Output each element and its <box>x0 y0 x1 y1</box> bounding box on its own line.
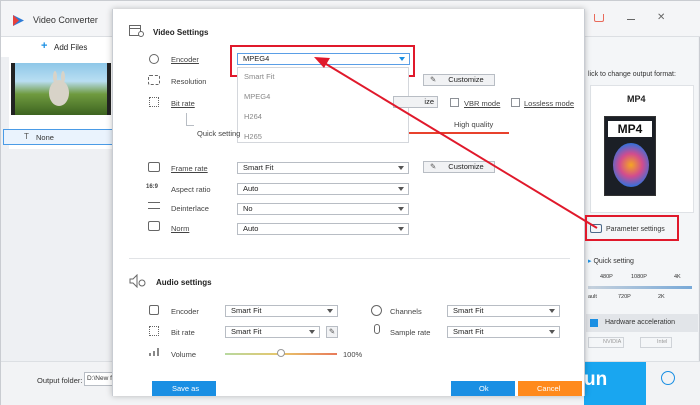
annotation-arrow <box>314 57 598 229</box>
